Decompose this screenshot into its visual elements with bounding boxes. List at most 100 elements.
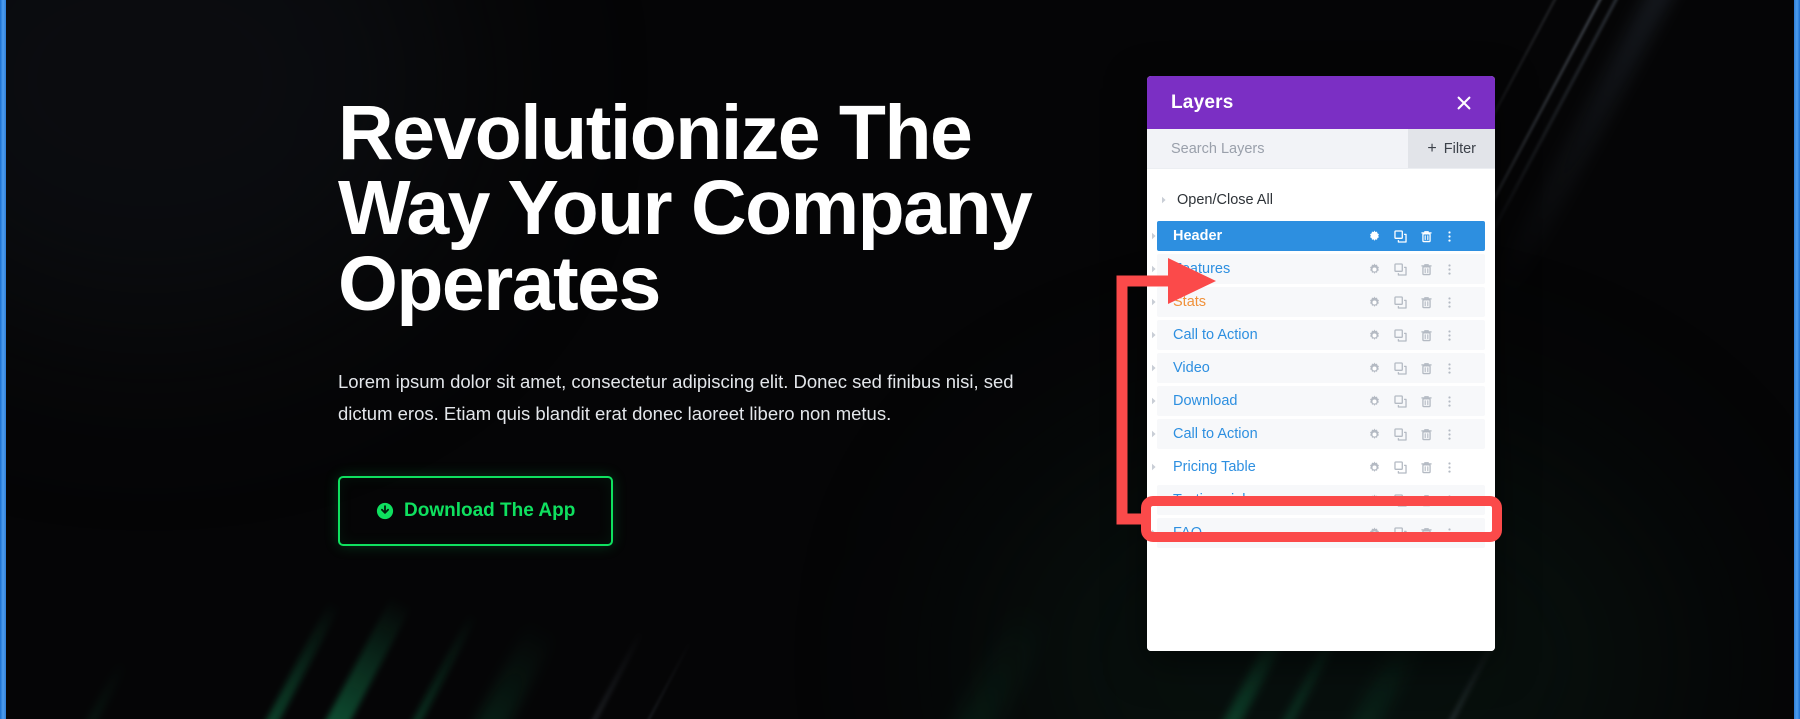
layer-row[interactable]: Features xyxy=(1152,254,1485,284)
download-circle-icon xyxy=(376,502,394,520)
layers-list: Open/Close All Header Features Stats Call t… xyxy=(1147,169,1495,651)
layer-label[interactable]: Testimonials xyxy=(1167,492,1361,508)
browser-frame-left-edge xyxy=(0,0,6,719)
gear-icon[interactable] xyxy=(1361,452,1387,482)
duplicate-icon[interactable] xyxy=(1387,221,1413,251)
more-vertical-icon[interactable] xyxy=(1439,221,1459,251)
layer-row[interactable]: Testimonials xyxy=(1152,485,1485,515)
caret-right-icon[interactable] xyxy=(1147,265,1167,273)
download-the-app-button[interactable]: Download The App xyxy=(338,475,614,546)
layer-row[interactable]: Call to Action xyxy=(1152,419,1485,449)
caret-right-icon[interactable] xyxy=(1147,364,1167,372)
layer-row[interactable]: Download xyxy=(1152,386,1485,416)
layer-label[interactable]: Header xyxy=(1167,228,1361,244)
caret-right-icon[interactable] xyxy=(1147,463,1167,471)
panel-title: Layers xyxy=(1171,91,1234,113)
trash-icon[interactable] xyxy=(1413,353,1439,383)
duplicate-icon[interactable] xyxy=(1387,353,1413,383)
gear-icon[interactable] xyxy=(1361,320,1387,350)
open-close-all-row[interactable]: Open/Close All xyxy=(1147,185,1495,215)
trash-icon[interactable] xyxy=(1413,287,1439,317)
gear-icon[interactable] xyxy=(1361,419,1387,449)
duplicate-icon[interactable] xyxy=(1387,518,1413,548)
duplicate-icon[interactable] xyxy=(1387,485,1413,515)
layer-row-actions xyxy=(1361,254,1485,284)
background-streak xyxy=(536,630,644,719)
layer-rows-container: Header Features Stats Call to Action Video Do… xyxy=(1147,221,1495,548)
caret-right-icon[interactable] xyxy=(1147,397,1167,405)
search-bar: + Filter xyxy=(1147,129,1495,169)
filter-label: Filter xyxy=(1443,140,1476,157)
layer-row-actions xyxy=(1361,419,1485,449)
layers-panel: Layers + Filter Open/Close Al xyxy=(1147,76,1495,651)
background-streak-green xyxy=(207,600,341,719)
more-vertical-icon[interactable] xyxy=(1439,386,1459,416)
background-streak xyxy=(596,640,692,719)
caret-right-icon[interactable] xyxy=(1147,430,1167,438)
filter-button[interactable]: + Filter xyxy=(1408,129,1495,168)
layer-row-actions xyxy=(1361,386,1485,416)
more-vertical-icon[interactable] xyxy=(1439,287,1459,317)
gear-icon[interactable] xyxy=(1361,485,1387,515)
trash-icon[interactable] xyxy=(1413,452,1439,482)
more-vertical-icon[interactable] xyxy=(1439,419,1459,449)
browser-viewport: Revolutionize The Way Your Company Opera… xyxy=(0,0,1800,719)
more-vertical-icon[interactable] xyxy=(1439,452,1459,482)
trash-icon[interactable] xyxy=(1413,485,1439,515)
duplicate-icon[interactable] xyxy=(1387,452,1413,482)
layer-row-actions xyxy=(1361,287,1485,317)
duplicate-icon[interactable] xyxy=(1387,254,1413,284)
caret-right-icon[interactable] xyxy=(1147,331,1167,339)
layer-row[interactable]: FAQ xyxy=(1152,518,1485,548)
gear-icon[interactable] xyxy=(1361,254,1387,284)
caret-right-icon[interactable] xyxy=(1147,496,1167,504)
gear-icon[interactable] xyxy=(1361,518,1387,548)
caret-right-icon[interactable] xyxy=(1147,298,1167,306)
gear-icon[interactable] xyxy=(1361,221,1387,251)
trash-icon[interactable] xyxy=(1413,518,1439,548)
hero-section: Revolutionize The Way Your Company Opera… xyxy=(338,94,1098,546)
layer-label[interactable]: FAQ xyxy=(1167,525,1361,541)
layer-row-actions xyxy=(1361,485,1485,515)
trash-icon[interactable] xyxy=(1413,254,1439,284)
layer-row[interactable]: Call to Action xyxy=(1152,320,1485,350)
background-streak xyxy=(1488,0,1713,302)
caret-right-icon[interactable] xyxy=(1147,232,1167,240)
layer-row-actions xyxy=(1361,320,1485,350)
more-vertical-icon[interactable] xyxy=(1439,353,1459,383)
more-vertical-icon[interactable] xyxy=(1439,320,1459,350)
duplicate-icon[interactable] xyxy=(1387,287,1413,317)
trash-icon[interactable] xyxy=(1413,320,1439,350)
gear-icon[interactable] xyxy=(1361,353,1387,383)
trash-icon[interactable] xyxy=(1413,221,1439,251)
duplicate-icon[interactable] xyxy=(1387,419,1413,449)
duplicate-icon[interactable] xyxy=(1387,320,1413,350)
trash-icon[interactable] xyxy=(1413,386,1439,416)
layer-label[interactable]: Pricing Table xyxy=(1167,459,1361,475)
layer-label[interactable]: Call to Action xyxy=(1167,327,1361,343)
more-vertical-icon[interactable] xyxy=(1439,518,1459,548)
caret-right-icon[interactable] xyxy=(1153,196,1175,204)
layer-label[interactable]: Video xyxy=(1167,360,1361,376)
more-vertical-icon[interactable] xyxy=(1439,485,1459,515)
layer-row-actions xyxy=(1361,518,1485,548)
layer-row[interactable]: Pricing Table xyxy=(1152,452,1485,482)
layer-label[interactable]: Call to Action xyxy=(1167,426,1361,442)
duplicate-icon[interactable] xyxy=(1387,386,1413,416)
close-icon[interactable] xyxy=(1455,94,1473,112)
background-streak-green xyxy=(35,660,128,719)
gear-icon[interactable] xyxy=(1361,287,1387,317)
cta-label: Download The App xyxy=(404,499,576,521)
trash-icon[interactable] xyxy=(1413,419,1439,449)
layer-row[interactable]: Video xyxy=(1152,353,1485,383)
gear-icon[interactable] xyxy=(1361,386,1387,416)
layer-label[interactable]: Features xyxy=(1167,261,1361,277)
layer-row[interactable]: Stats xyxy=(1152,287,1485,317)
layer-row-actions xyxy=(1361,452,1485,482)
layer-label[interactable]: Download xyxy=(1167,393,1361,409)
caret-right-icon[interactable] xyxy=(1147,529,1167,537)
more-vertical-icon[interactable] xyxy=(1439,254,1459,284)
layer-row[interactable]: Header xyxy=(1152,221,1485,251)
layer-label[interactable]: Stats xyxy=(1167,294,1361,310)
search-input[interactable] xyxy=(1171,129,1381,168)
